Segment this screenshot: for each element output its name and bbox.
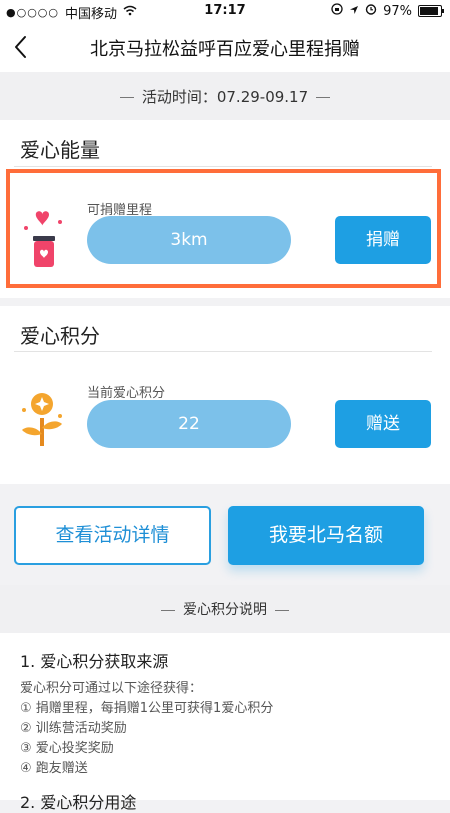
nav-bar: 北京马拉松益呼百应爱心里程捐赠 [0, 22, 450, 73]
alarm-icon [365, 3, 377, 19]
current-points-label: 当前爱心积分 [87, 386, 166, 401]
points-value: 22 [87, 400, 291, 448]
divider [14, 166, 432, 167]
list-item: ① 捐赠里程，每捐赠1公里可获得1爱心积分 [20, 701, 274, 716]
battery-percent: 97% [383, 3, 412, 19]
intro-text: 爱心积分可通过以下途径获得： [20, 681, 203, 696]
activity-time: 活动时间：07.29-09.17 [141, 88, 309, 106]
divider [161, 609, 175, 611]
explanation-header: 爱心积分说明 [0, 585, 450, 633]
love-points-title: 爱心积分 [20, 324, 100, 348]
status-bar: ●○○○○ 中国移动 17:17 97% [0, 0, 450, 22]
love-points-card: 爱心积分 当前爱心积分 22 赠送 [0, 306, 450, 484]
divider [275, 609, 289, 611]
location-icon [349, 4, 359, 19]
section2-title: 2. 爱心积分用途 [20, 793, 137, 812]
page-title: 北京马拉松益呼百应爱心里程捐赠 [90, 39, 360, 60]
rotation-lock-icon [331, 3, 343, 19]
view-details-button[interactable]: 查看活动详情 [14, 506, 211, 565]
battery-icon [418, 5, 444, 17]
gift-button[interactable]: 赠送 [335, 400, 431, 448]
divider [14, 351, 432, 352]
divider [119, 97, 134, 98]
love-energy-title: 爱心能量 [20, 138, 100, 162]
get-quota-button[interactable]: 我要北马名额 [228, 506, 424, 565]
list-item: ② 训练营活动奖励 [20, 721, 127, 736]
list-item: ④ 跑友赠送 [20, 761, 88, 776]
list-item: ③ 爱心投奖奖励 [20, 741, 114, 756]
explanation-title-row: 爱心积分说明 [0, 599, 450, 619]
explanation-body: 1. 爱心积分获取来源 爱心积分可通过以下途径获得： ① 捐赠里程，每捐赠1公里… [0, 633, 450, 812]
section1-title: 1. 爱心积分获取来源 [20, 652, 169, 671]
divider [316, 97, 331, 98]
sprout-coin-icon [14, 388, 68, 450]
activity-time-row: 活动时间：07.29-09.17 [0, 86, 450, 107]
explanation-title: 爱心积分说明 [183, 602, 267, 618]
highlight-box [6, 169, 441, 288]
activity-period-bar: 活动时间：07.29-09.17 [0, 72, 450, 120]
